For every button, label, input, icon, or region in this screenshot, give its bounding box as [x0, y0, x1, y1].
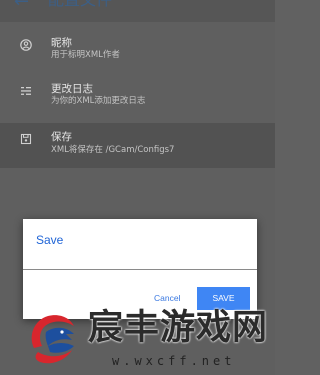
dragon-logo-icon: [31, 315, 74, 364]
site-watermark: 宸丰游戏网 w.wxcff.net: [0, 300, 275, 375]
watermark-url: w.wxcff.net: [112, 354, 236, 368]
app-bar: ← 配置文件: [0, 0, 275, 22]
settings-item-subtitle: XML将保存在 /GCam/Configs7: [51, 145, 175, 155]
filename-input[interactable]: [23, 269, 257, 270]
settings-item-nickname[interactable]: 昵称 用于标明XML作者: [0, 29, 275, 71]
notes-icon: [21, 87, 31, 95]
account-circle-icon: [20, 39, 32, 51]
settings-item-title: 更改日志: [51, 83, 93, 95]
settings-item-title: 保存: [51, 131, 72, 143]
settings-item-save[interactable]: 保存 XML将保存在 /GCam/Configs7: [0, 123, 275, 168]
settings-item-changelog[interactable]: 更改日志 为你的XML添加更改日志: [0, 77, 275, 117]
dialog-title: Save: [36, 233, 64, 247]
settings-item-subtitle: 为你的XML添加更改日志: [51, 96, 146, 106]
arrow-back-icon[interactable]: ←: [14, 0, 29, 12]
page-title: 配置文件: [48, 0, 112, 10]
settings-item-subtitle: 用于标明XML作者: [51, 50, 120, 60]
settings-item-title: 昵称: [51, 37, 72, 49]
watermark-brand: 宸丰游戏网: [88, 308, 269, 348]
save-icon: [20, 133, 32, 145]
